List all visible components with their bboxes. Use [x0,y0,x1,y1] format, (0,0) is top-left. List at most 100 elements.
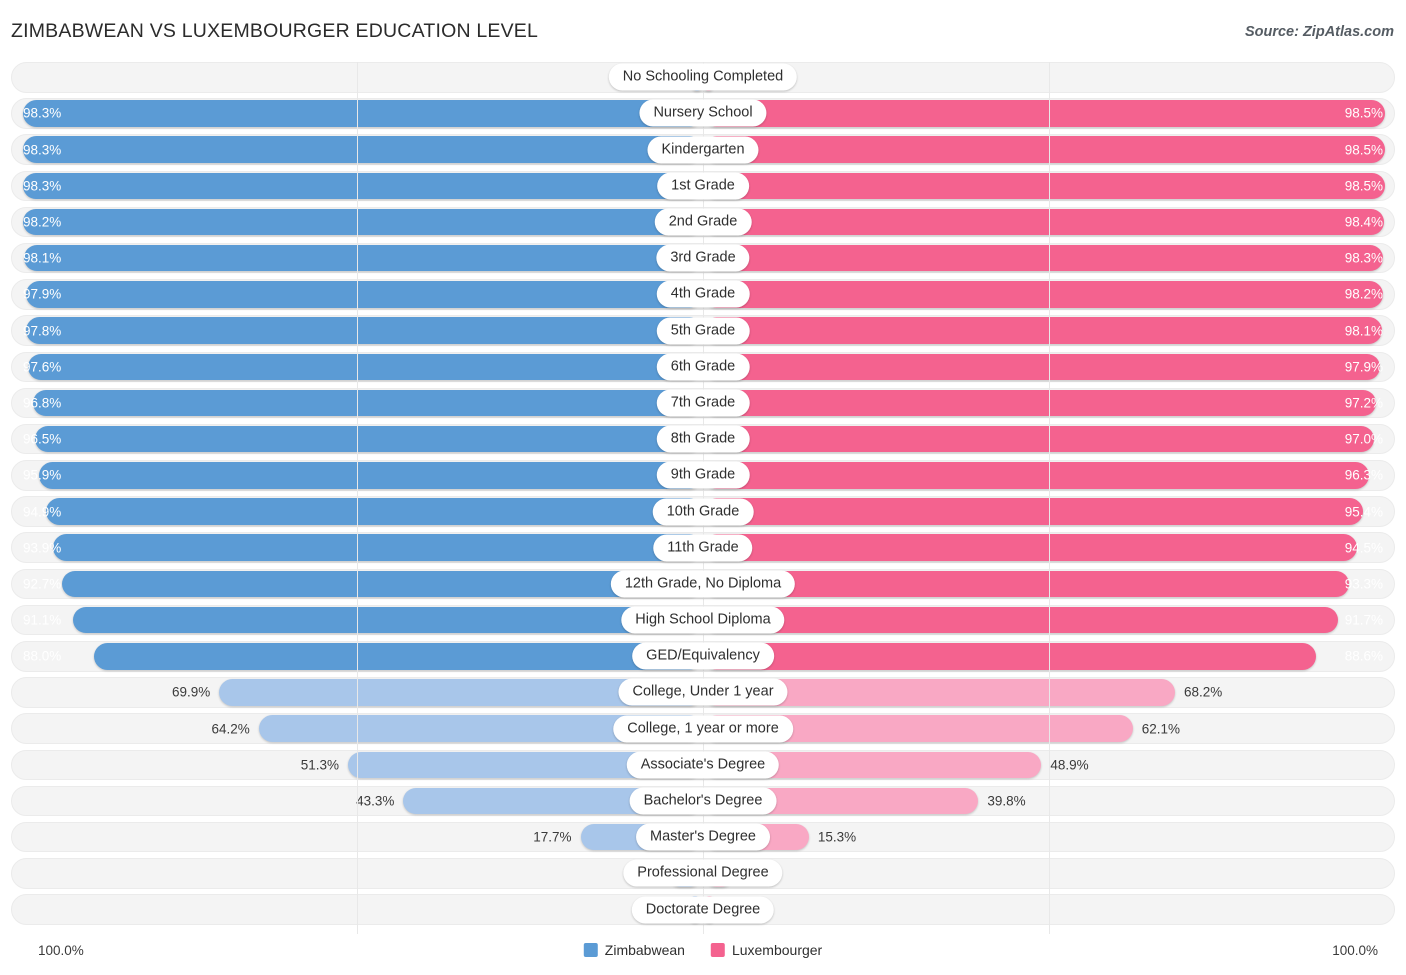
bar-zimbabwean [39,462,703,489]
bar-value-label: 64.2% [211,720,250,736]
chart-row: 93.9% 94.5% 11th Grade [11,532,1395,563]
category-label: College, 1 year or more [613,715,793,743]
bar-zimbabwean [22,172,703,200]
source-attribution: Source: ZipAtlas.com [1244,24,1394,40]
chart-row: 88.0% 88.6% GED/Equivalency [11,641,1395,672]
bar-value-label: 51.3% [300,757,340,773]
bar-value-label: 96.8% [23,395,62,411]
bar-value-label: 98.3% [1344,250,1383,266]
chart-row: 1.7%1.6%No Schooling Completed [11,62,1395,93]
grid-line [357,62,358,934]
bar-value-label: 15.3% [817,829,857,845]
bar-zimbabwean [22,100,703,127]
bar-zimbabwean [25,281,703,308]
chart-row: 17.7% 15.3% Master's Degree [11,821,1395,853]
category-label: Doctorate Degree [631,896,775,924]
category-label: 6th Grade [656,353,750,381]
bar-zimbabwean [24,244,703,272]
category-label: Kindergarten [647,136,759,164]
bar-luxembourger [703,172,1385,200]
chart-legend: Zimbabwean Luxembourger [583,942,823,958]
bar-value-label: 98.5% [1344,178,1383,194]
chart-row: 96.8% 97.2% 7th Grade [11,387,1395,419]
chart-plot-area: 1.7%1.6%No Schooling Completed 98.3% 98.5%… [11,62,1395,934]
bar-zimbabwean [46,498,703,525]
bar-zimbabwean [26,317,703,344]
bar-value-label: 92.7% [23,576,62,592]
bar-luxembourger [703,136,1385,163]
bar-value-label: 97.8% [23,322,62,338]
bar-value-label: 94.5% [1344,539,1383,555]
chart-row: 94.9% 95.4% 10th Grade [11,496,1395,527]
bar-value-label: 98.1% [23,250,62,266]
category-label: 1st Grade [657,172,749,200]
bar-value-label: 97.2% [1344,395,1383,411]
chart-row: 95.9% 96.3% 9th Grade [11,460,1395,491]
chart-row: 98.1% 98.3% 3rd Grade [11,242,1395,274]
category-label: 12th Grade, No Diploma [610,570,796,598]
bar-value-label: 93.9% [23,539,62,555]
chart-row: 51.3% 48.9% Associate's Degree [11,749,1395,781]
bar-luxembourger [703,606,1338,634]
chart-row: 2.3%1.9%Doctorate Degree [11,894,1395,925]
category-label: 8th Grade [656,425,750,453]
chart-row: 91.1% 91.7% High School Diploma [11,604,1395,636]
legend-item-zimbabwean[interactable]: Zimbabwean [583,942,685,958]
chart-row: 5.2%4.6%Professional Degree [11,858,1395,889]
chart-root: ZIMBABWEAN VS LUXEMBOURGER EDUCATION LEV… [0,0,1406,975]
chart-row: 97.9% 98.2% 4th Grade [11,279,1395,310]
bar-zimbabwean [94,643,703,670]
bar-luxembourger [703,100,1385,127]
bar-value-label: 39.8% [987,793,1026,809]
bar-value-label: 94.9% [23,503,62,519]
bar-value-label: 98.4% [1344,214,1383,230]
category-label: 7th Grade [656,389,750,417]
category-label: College, Under 1 year [618,678,788,706]
bar-luxembourger [703,389,1376,417]
chart-row: 98.2% 98.4% 2nd Grade [11,206,1395,238]
bar-value-label: 88.0% [23,648,62,664]
legend-swatch-icon [583,943,598,957]
bar-luxembourger [703,208,1384,236]
bar-luxembourger [703,425,1375,453]
category-label: 10th Grade [652,498,754,525]
category-label: 9th Grade [656,461,750,489]
chart-row: 69.9% 68.2% College, Under 1 year [11,677,1395,708]
bar-luxembourger [703,462,1370,489]
page-title: ZIMBABWEAN VS LUXEMBOURGER EDUCATION LEV… [11,20,539,42]
chart-row: 97.8% 98.1% 5th Grade [11,315,1395,346]
bar-zimbabwean [35,425,703,453]
bar-value-label: 68.2% [1183,684,1223,700]
chart-row: 98.3% 98.5% 1st Grade [11,170,1395,202]
bar-luxembourger [703,317,1382,344]
bar-zimbabwean [23,208,703,236]
category-label: 4th Grade [656,280,750,308]
bar-luxembourger [703,498,1364,525]
bar-value-label: 48.9% [1050,757,1089,773]
bar-zimbabwean [61,570,703,598]
legend-label: Luxembourger [731,942,823,958]
legend-swatch-icon [710,943,725,957]
bar-value-label: 98.3% [23,105,62,121]
bar-zimbabwean [72,606,703,634]
chart-footer: 100.0% Zimbabwean Luxembourger 100.0% [0,938,1406,972]
bar-value-label: 97.9% [23,286,62,302]
legend-label: Zimbabwean [604,942,685,958]
bar-value-label: 98.2% [1344,286,1383,302]
chart-header: ZIMBABWEAN VS LUXEMBOURGER EDUCATION LEV… [0,0,1406,58]
bar-value-label: 98.5% [1344,105,1383,121]
category-label: GED/Equivalency [632,642,774,670]
bar-value-label: 91.7% [1344,612,1383,628]
category-label: No Schooling Completed [608,63,798,91]
legend-item-luxembourger[interactable]: Luxembourger [710,942,823,958]
bar-luxembourger [703,570,1349,598]
bar-value-label: 62.1% [1141,720,1180,736]
category-label: 3rd Grade [656,244,750,272]
bar-value-label: 91.1% [23,612,62,628]
category-label: Associate's Degree [626,751,780,779]
chart-row: 96.5% 97.0% 8th Grade [11,423,1395,455]
bar-value-label: 96.5% [23,431,62,447]
bar-value-label: 69.9% [172,684,211,700]
bar-value-label: 97.6% [23,359,62,374]
chart-row: 97.6% 97.9% 6th Grade [11,351,1395,382]
